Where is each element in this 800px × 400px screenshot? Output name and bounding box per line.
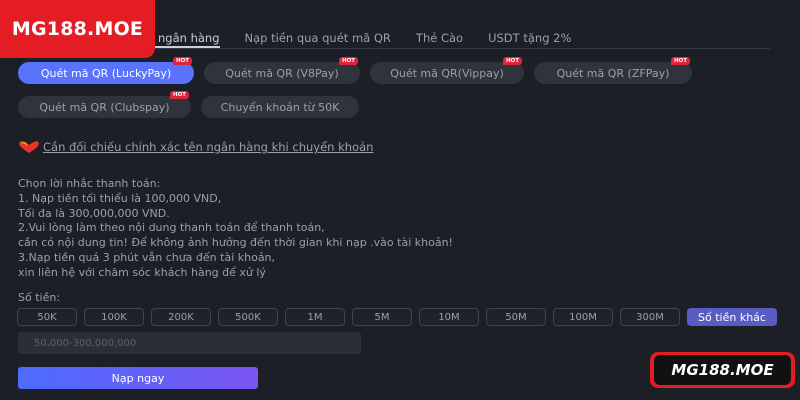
instruction-line: Chọn lời nhắc thanh toán:	[18, 177, 161, 190]
method-zfpay[interactable]: Quét mã QR (ZFPay) HOT	[534, 57, 692, 84]
amount-option-300m[interactable]: 300M	[620, 308, 680, 326]
amount-option-50k[interactable]: 50K	[17, 308, 77, 326]
tab-qr-deposit[interactable]: Nạp tiền qua quét mã QR	[245, 27, 391, 48]
heart-icon	[19, 141, 39, 153]
instruction-line: Tối đa là 300,000,000 VND.	[18, 206, 170, 220]
method-bank-transfer-50k[interactable]: Chuyển khoản từ 50K	[201, 96, 359, 118]
hot-badge: HOT	[172, 57, 192, 65]
payment-methods: Quét mã QR (LuckyPay) HOT Quét mã QR (V8…	[18, 57, 718, 118]
deposit-now-button[interactable]: Nạp ngay	[18, 367, 258, 389]
amount-option-10m[interactable]: 10M	[419, 308, 479, 326]
method-label: Quét mã QR(Vippay)	[390, 66, 504, 80]
tab-bar: ngân hàng Nạp tiền qua quét mã QR Thẻ Cà…	[155, 27, 770, 49]
other-amount-button[interactable]: Số tiền khác	[687, 308, 777, 326]
amount-option-1m[interactable]: 1M	[285, 308, 345, 326]
amount-option-500k[interactable]: 500K	[218, 308, 278, 326]
brand-logo: MG188.MOE	[0, 0, 155, 58]
amount-option-200k[interactable]: 200K	[151, 308, 211, 326]
amount-input[interactable]	[18, 332, 361, 354]
amount-options: 50K 100K 200K 500K 1M 5M 10M 50M 100M 30…	[17, 308, 777, 326]
method-label: Quét mã QR (V8Pay)	[225, 66, 339, 80]
tab-bank[interactable]: ngân hàng	[155, 27, 220, 48]
method-label: Quét mã QR (ZFPay)	[556, 66, 670, 80]
instruction-line: 3.Nạp tiền quá 3 phút vẫn chưa đến tài k…	[18, 250, 276, 264]
method-label: Quét mã QR (LuckyPay)	[40, 66, 172, 80]
notice-link[interactable]: Cần đối chiếu chính xác tên ngân hàng kh…	[43, 140, 373, 154]
hot-badge: HOT	[670, 57, 690, 65]
instruction-line: 1. Nạp tiền tối thiểu là 100,000 VND,	[18, 191, 222, 205]
method-clubspay[interactable]: Quét mã QR (Clubspay) HOT	[18, 91, 191, 118]
method-label: Chuyển khoản từ 50K	[220, 100, 340, 114]
hot-badge: HOT	[169, 91, 189, 99]
method-vippay[interactable]: Quét mã QR(Vippay) HOT	[370, 57, 524, 84]
badge-text: MG188.MOE	[654, 355, 791, 385]
amount-option-100m[interactable]: 100M	[553, 308, 613, 326]
method-luckypay[interactable]: Quét mã QR (LuckyPay) HOT	[18, 57, 194, 84]
instruction-line: 2.Vui lòng làm theo nội dung thanh toán …	[18, 221, 325, 235]
brand-badge: MG188.MOE	[650, 352, 795, 388]
method-label: Quét mã QR (Clubspay)	[39, 100, 170, 114]
instruction-line: xin liên hệ với chăm sóc khách hàng để x…	[18, 265, 266, 279]
bank-name-notice: Cần đối chiếu chính xác tên ngân hàng kh…	[18, 140, 373, 154]
method-v8pay[interactable]: Quét mã QR (V8Pay) HOT	[204, 57, 360, 84]
logo-text: MG188.MOE	[11, 18, 144, 40]
instruction-line: cần có nội dung tin! Để không ảnh hưởng …	[18, 236, 453, 250]
amount-option-50m[interactable]: 50M	[486, 308, 546, 326]
hot-badge: HOT	[502, 57, 522, 65]
payment-instructions: Chọn lời nhắc thanh toán: 1. Nạp tiền tố…	[18, 177, 453, 281]
hot-badge: HOT	[338, 57, 358, 65]
tab-usdt[interactable]: USDT tặng 2%	[488, 27, 571, 48]
amount-label: Số tiền:	[18, 291, 61, 304]
amount-option-100k[interactable]: 100K	[84, 308, 144, 326]
amount-option-5m[interactable]: 5M	[352, 308, 412, 326]
tab-card[interactable]: Thẻ Cào	[416, 27, 463, 48]
